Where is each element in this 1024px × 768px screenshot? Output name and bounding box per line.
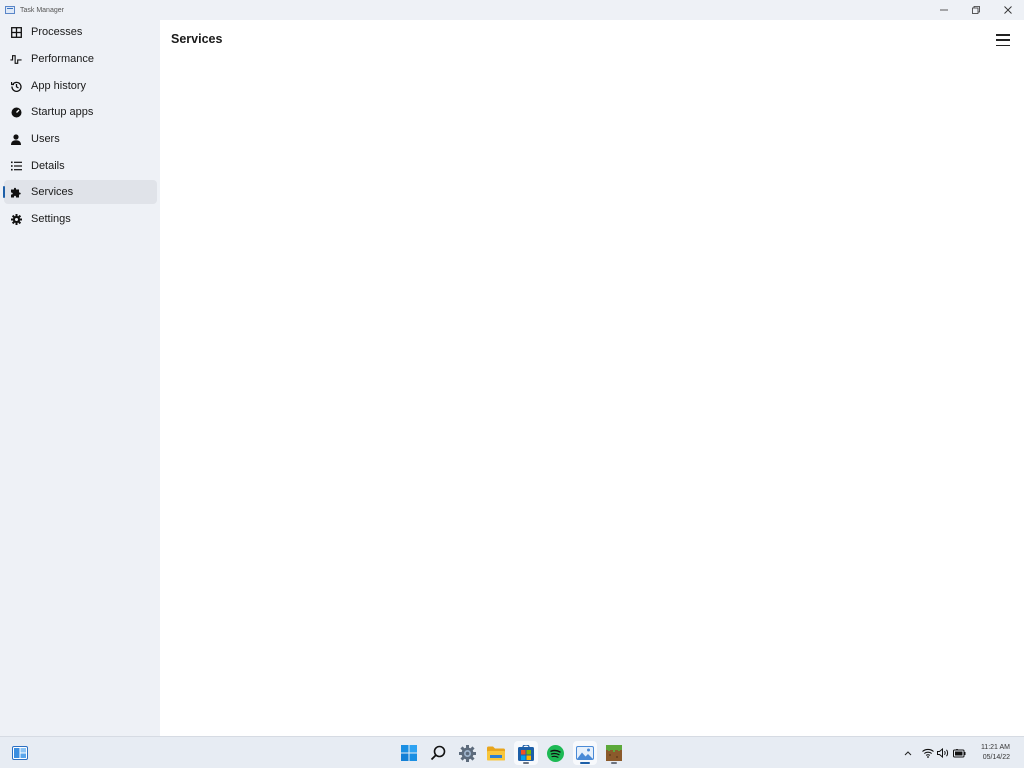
start-button[interactable] [397,741,421,765]
running-indicator [611,762,617,764]
settings-icon [458,744,476,762]
sidebar-item-performance[interactable]: Performance [4,47,157,71]
gauge-icon [10,106,22,118]
photos-button[interactable] [573,741,597,765]
active-indicator [580,762,590,764]
clock[interactable]: 11:21 AM 05/14/22 [976,743,1010,763]
search-button[interactable] [426,741,450,765]
list-icon [10,160,22,172]
menu-line [996,39,1010,41]
close-icon [1004,6,1012,14]
minecraft-icon [606,745,622,761]
restore-button[interactable] [960,0,992,20]
sidebar-item-label: Performance [31,53,94,65]
volume-icon [937,748,949,758]
sidebar-item-settings[interactable]: Settings [4,207,157,231]
sidebar-item-label: Services [31,186,74,198]
history-icon [10,80,22,92]
running-indicator [523,762,529,764]
minimize-icon [940,9,948,11]
battery-icon [953,748,966,757]
file-explorer-icon [487,746,505,760]
widgets-icon [12,746,28,760]
taskbar: 11:21 AM 05/14/22 [0,736,1024,768]
wifi-icon [922,748,934,758]
restore-icon [972,6,980,14]
window-controls [928,0,1024,20]
spotify-button[interactable] [543,741,567,765]
sidebar-item-label: Settings [31,213,71,225]
puzzle-icon [10,186,22,198]
minimize-button[interactable] [928,0,960,20]
sidebar-item-details[interactable]: Details [4,154,157,178]
title-bar: Task Manager [0,0,1024,20]
sidebar-item-startup-apps[interactable]: Startup apps [4,100,157,124]
taskbar-settings-button[interactable] [455,741,479,765]
minecraft-button[interactable] [602,741,626,765]
file-explorer-button[interactable] [484,741,508,765]
sidebar-item-label: Startup apps [31,106,94,118]
widgets-button[interactable] [8,741,32,765]
menu-line [996,34,1010,36]
gear-icon [10,213,22,225]
clock-date: 05/14/22 [982,754,1010,761]
sidebar-item-label: Details [31,160,65,172]
close-button[interactable] [992,0,1024,20]
quick-settings-button[interactable] [918,741,970,765]
start-icon [401,745,417,761]
sidebar-item-users[interactable]: Users [4,127,157,151]
store-button[interactable] [514,741,538,765]
sidebar-item-label: Processes [31,26,83,38]
pulse-icon [10,53,22,65]
user-icon [10,133,22,145]
task-manager-icon [5,6,15,14]
search-icon [430,745,446,761]
window-title: Task Manager [20,6,64,14]
services-panel: Services [160,20,1024,736]
sidebar-nav: Processes Performance App history Startu… [0,20,160,736]
sidebar-item-label: Users [31,133,60,145]
photos-icon [576,746,594,760]
clock-time: 11:21 AM [980,744,1010,751]
hamburger-menu-button[interactable] [996,34,1010,46]
menu-line [996,44,1010,46]
spotify-icon [546,744,564,762]
sidebar-item-processes[interactable]: Processes [4,20,157,44]
show-hidden-icons-button[interactable] [898,741,918,765]
sidebar-item-label: App history [31,80,87,92]
sidebar-item-app-history[interactable]: App history [4,74,157,98]
store-icon [518,745,534,761]
grid-icon [10,26,22,38]
sidebar-item-services[interactable]: Services [3,180,157,204]
chevron-up-icon [904,751,912,756]
page-title: Services [171,32,223,46]
